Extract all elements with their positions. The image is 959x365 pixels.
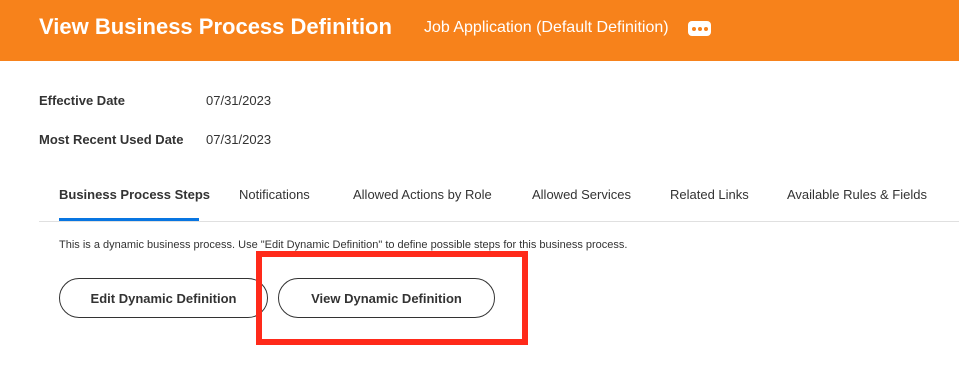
- dynamic-process-info-text: This is a dynamic business process. Use …: [59, 239, 628, 251]
- page-header: View Business Process Definition Job App…: [0, 0, 959, 61]
- more-actions-button[interactable]: [688, 21, 711, 36]
- tab-allowed-services[interactable]: Allowed Services: [532, 187, 631, 222]
- effective-date-value: 07/31/2023: [206, 93, 272, 108]
- tab-available-rules-fields[interactable]: Available Rules & Fields: [787, 187, 927, 222]
- page-title: View Business Process Definition: [39, 14, 392, 39]
- tab-bar: Business Process Steps Notifications All…: [39, 176, 959, 222]
- edit-dynamic-definition-button[interactable]: Edit Dynamic Definition: [59, 278, 268, 318]
- tab-related-links[interactable]: Related Links: [670, 187, 749, 222]
- effective-date-label: Effective Date: [39, 93, 125, 108]
- tab-business-process-steps[interactable]: Business Process Steps: [59, 187, 210, 222]
- most-recent-used-date-label: Most Recent Used Date: [39, 132, 184, 147]
- more-horizontal-icon: [691, 26, 708, 31]
- active-tab-indicator: [59, 218, 199, 221]
- highlight-annotation-box: [256, 251, 528, 345]
- tab-notifications[interactable]: Notifications: [239, 187, 310, 222]
- most-recent-used-date-value: 07/31/2023: [206, 132, 272, 147]
- business-process-name: Job Application (Default Definition): [424, 19, 669, 36]
- tab-allowed-actions-by-role[interactable]: Allowed Actions by Role: [353, 187, 492, 222]
